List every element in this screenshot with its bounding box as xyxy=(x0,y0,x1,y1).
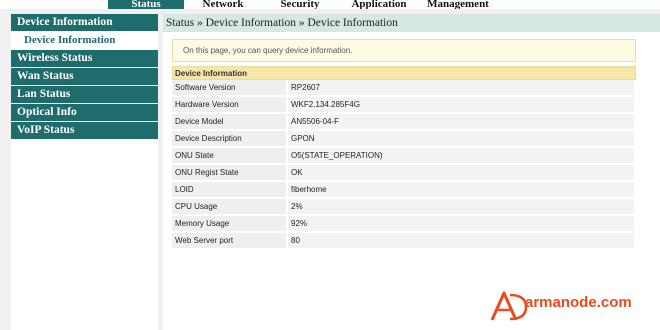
row-key: Device Model xyxy=(172,114,288,131)
sidebar-item-lan-status[interactable]: Lan Status xyxy=(11,86,158,103)
table-title: Device Information xyxy=(172,66,636,80)
table-row: LOID fiberhome xyxy=(172,182,636,199)
table-row: Memory Usage 92% xyxy=(172,216,636,233)
row-value: 2% xyxy=(288,199,636,216)
tab-network[interactable]: Network xyxy=(188,0,258,9)
sidebar-item-wireless-status[interactable]: Wireless Status xyxy=(11,50,158,67)
tab-status[interactable]: Status xyxy=(108,0,184,9)
row-key: Software Version xyxy=(172,80,288,97)
row-key: Hardware Version xyxy=(172,97,288,114)
sidebar-subitem-device-information[interactable]: Device Information xyxy=(11,32,158,49)
row-value: 92% xyxy=(288,216,636,233)
device-info-table: Device Information Software Version RP26… xyxy=(172,66,636,250)
table-row: Device Model AN5506-04-F xyxy=(172,114,636,131)
row-value: AN5506-04-F xyxy=(288,114,636,131)
main-content: Status » Device Information » Device Inf… xyxy=(163,14,660,330)
tab-application[interactable]: Application xyxy=(342,0,416,9)
row-value: GPON xyxy=(288,131,636,148)
row-value: fiberhome xyxy=(288,182,636,199)
table-row: Hardware Version WKF2.134.285F4G xyxy=(172,97,636,114)
sidebar-item-wan-status[interactable]: Wan Status xyxy=(11,68,158,85)
row-key: LOID xyxy=(172,182,288,199)
watermark-text: armanode.com xyxy=(525,294,632,311)
table-row: Device Description GPON xyxy=(172,131,636,148)
table-row: ONU State O5(STATE_OPERATION) xyxy=(172,148,636,165)
row-key: ONU Regist State xyxy=(172,165,288,182)
row-key: Device Description xyxy=(172,131,288,148)
table-row: Software Version RP2607 xyxy=(172,80,636,97)
sidebar-item-voip-status[interactable]: VoIP Status xyxy=(11,122,158,139)
row-key: CPU Usage xyxy=(172,199,288,216)
row-value: 80 xyxy=(288,233,636,250)
table-row: ONU Regist State OK xyxy=(172,165,636,182)
info-message: On this page, you can query device infor… xyxy=(172,39,636,62)
sidebar: Device Information Device Information Wi… xyxy=(11,14,158,330)
row-key: Memory Usage xyxy=(172,216,288,233)
row-value: WKF2.134.285F4G xyxy=(288,97,636,114)
table-row: Web Server port 80 xyxy=(172,233,636,250)
info-table: Software Version RP2607 Hardware Version… xyxy=(172,80,636,250)
tab-security[interactable]: Security xyxy=(262,0,338,9)
table-row: CPU Usage 2% xyxy=(172,199,636,216)
watermark: armanode.com xyxy=(488,289,660,323)
row-key: Web Server port xyxy=(172,233,288,250)
sidebar-item-device-information[interactable]: Device Information xyxy=(11,14,158,31)
tab-management[interactable]: Management xyxy=(420,0,496,9)
top-nav: Status Network Security Application Mana… xyxy=(0,0,660,9)
row-value: OK xyxy=(288,165,636,182)
breadcrumb: Status » Device Information » Device Inf… xyxy=(163,14,660,32)
sidebar-item-optical-info[interactable]: Optical Info xyxy=(11,104,158,121)
row-value: RP2607 xyxy=(288,80,636,97)
row-value: O5(STATE_OPERATION) xyxy=(288,148,636,165)
watermark-logo-icon xyxy=(490,291,528,321)
row-key: ONU State xyxy=(172,148,288,165)
